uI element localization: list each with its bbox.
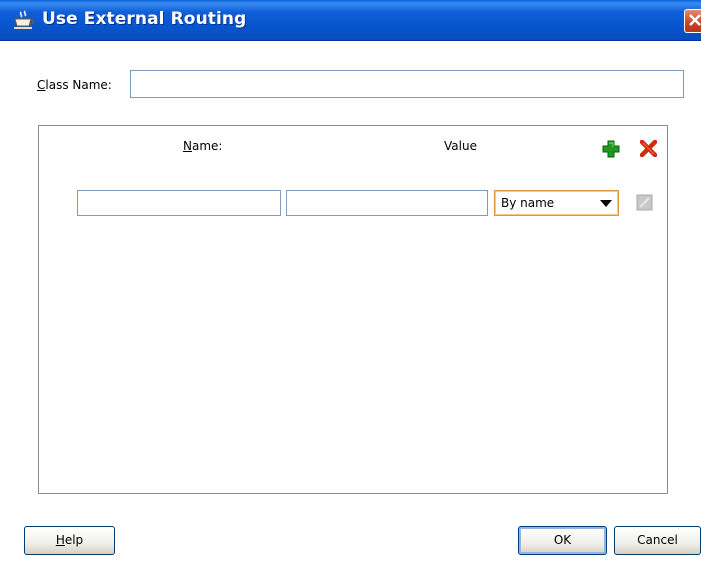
delete-icon[interactable] (640, 140, 657, 157)
column-header-value: Value (444, 139, 477, 153)
plus-icon[interactable] (602, 140, 620, 158)
row-name-input[interactable] (77, 190, 281, 216)
close-button[interactable] (684, 9, 701, 33)
dialog-content: Class Name: Name: Value By name Help OK … (0, 41, 701, 565)
window-title: Use External Routing (42, 9, 247, 29)
row-value-input[interactable] (286, 190, 488, 216)
title-bar: Use External Routing (0, 0, 701, 41)
help-button[interactable]: Help (24, 526, 115, 555)
cancel-button[interactable]: Cancel (614, 526, 701, 555)
class-name-input[interactable] (130, 70, 684, 98)
parameters-panel: Name: Value By name (38, 125, 668, 494)
close-icon (689, 14, 701, 26)
coffee-cup-icon (14, 10, 35, 29)
chevron-down-icon (600, 200, 612, 207)
column-header-name: Name: (183, 139, 223, 153)
edit-icon[interactable] (636, 194, 653, 211)
ok-button[interactable]: OK (518, 526, 607, 555)
value-mode-select[interactable]: By name (494, 190, 619, 216)
value-mode-selected: By name (501, 196, 555, 210)
class-name-label: Class Name: (37, 78, 112, 92)
